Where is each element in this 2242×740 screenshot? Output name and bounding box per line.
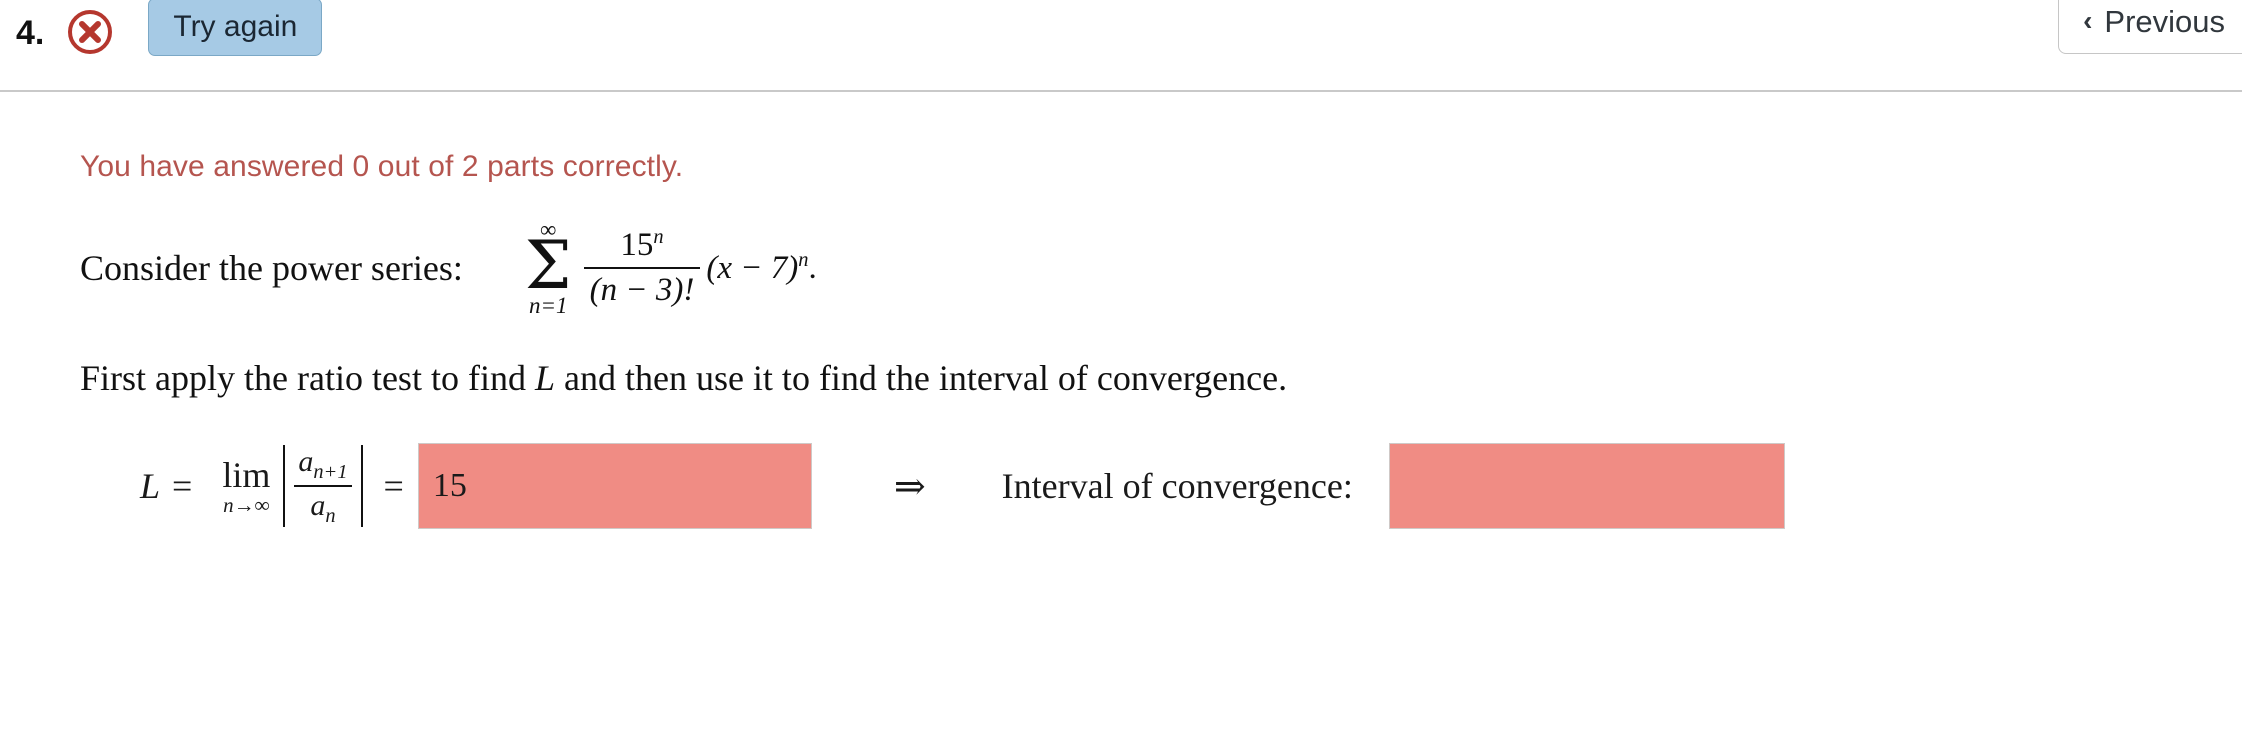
limit-answer-input[interactable]: 15	[417, 443, 812, 530]
answer-row: L = lim n→∞ an+1 an = 15 ⇒ Interval of c…	[80, 443, 2242, 530]
limit-equals-sign: =	[172, 466, 193, 507]
previous-button[interactable]: ‹ Previous	[2058, 0, 2242, 54]
limit-subscript: n→∞	[223, 492, 270, 517]
series-fraction: 15n (n − 3)!	[583, 226, 701, 309]
limit-L-symbol: L	[140, 466, 161, 507]
series-denominator: (n − 3)!	[589, 272, 695, 309]
ratio-test-instruction: First apply the ratio test to find L and…	[80, 357, 2242, 399]
absolute-value-bar-right	[360, 445, 363, 528]
try-again-button[interactable]: Try again	[148, 0, 323, 56]
question-header: 4. Try again ‹ Previous	[0, 0, 2242, 92]
numerator-base: 15	[620, 227, 654, 264]
header-left-group: 4. Try again	[16, 0, 323, 62]
power-series-prompt: Consider the power series:	[80, 247, 463, 288]
instruction-text-part2: and then use it to find the interval of …	[554, 358, 1288, 399]
series-tail-exponent: n	[798, 248, 809, 271]
summation-operator: ∞ Σ n=1	[525, 218, 572, 317]
series-numerator: 15n	[614, 226, 669, 264]
result-equals-sign: =	[383, 466, 404, 507]
ratio-denominator-base: a	[310, 489, 326, 523]
feedback-message: You have answered 0 out of 2 parts corre…	[80, 150, 684, 183]
numerator-exponent: n	[653, 226, 664, 249]
ratio-numerator-subscript: n+1	[313, 460, 348, 483]
ratio-numerator-base: a	[298, 444, 314, 478]
sigma-icon: Σ	[524, 227, 572, 304]
fraction-bar	[583, 267, 701, 270]
interval-of-convergence-label: Interval of convergence:	[1001, 466, 1353, 507]
x-circle-icon	[68, 10, 113, 54]
absolute-value-bar-left	[283, 445, 286, 528]
chevron-left-icon: ‹	[2083, 5, 2093, 36]
ratio-fraction: an+1 an	[294, 445, 352, 528]
ratio-denominator: an	[306, 489, 339, 527]
limit-operator: lim n→∞	[222, 457, 270, 516]
interval-answer-input[interactable]	[1388, 443, 1785, 530]
implies-icon: ⇒	[893, 465, 926, 508]
limit-word: lim	[222, 454, 271, 495]
power-series-prompt-row: Consider the power series: ∞ Σ n=1 15n (…	[80, 218, 2242, 317]
summation-lower-limit: n=1	[528, 293, 568, 319]
series-tail: (x − 7)n.	[706, 249, 816, 287]
limit-expression: L = lim n→∞ an+1 an =	[140, 445, 418, 528]
question-body: You have answered 0 out of 2 parts corre…	[0, 150, 2242, 530]
instruction-variable-L: L	[534, 358, 555, 399]
question-number: 4.	[16, 14, 45, 52]
series-period: .	[808, 249, 817, 286]
previous-button-label: Previous	[2104, 4, 2225, 39]
instruction-text-part1: First apply the ratio test to find	[80, 358, 535, 399]
ratio-denominator-subscript: n	[325, 505, 336, 528]
power-series-formula: ∞ Σ n=1 15n (n − 3)! (x − 7)n.	[525, 218, 817, 317]
series-tail-base: (x − 7)	[706, 249, 799, 286]
incorrect-status	[66, 8, 114, 56]
ratio-numerator: an+1	[294, 445, 351, 483]
ratio-fraction-bar	[294, 485, 352, 488]
